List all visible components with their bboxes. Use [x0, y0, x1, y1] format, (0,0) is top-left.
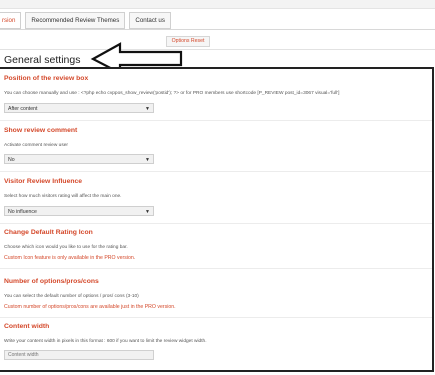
content-width-input[interactable] [4, 350, 154, 360]
section-default-rating-icon: Change Default Rating Icon [4, 229, 93, 236]
section-visitor-review-influence-desc-wrap: Select how much visitors rating will aff… [4, 194, 122, 199]
select-value: No influence [8, 209, 37, 215]
visitor-review-influence-select[interactable]: No influence ▼ [4, 206, 154, 216]
section-number-of-options: Number of options/pros/cons [4, 278, 99, 285]
pro-note: Custom number of options/pros/cons are a… [4, 304, 176, 310]
section-title: Content width [4, 323, 50, 330]
section-show-review-comment-desc-wrap: Activate comment review user [4, 143, 68, 148]
section-position: Position of the review box [4, 75, 88, 82]
section-divider [0, 120, 432, 121]
section-content-width: Content width [4, 323, 49, 330]
section-number-of-options-note-wrap: Custom number of options/pros/cons are a… [4, 304, 176, 310]
section-divider [0, 317, 432, 318]
dropdown-arrow-icon: ▼ [145, 106, 150, 112]
section-title: Number of options/pros/cons [4, 278, 99, 285]
position-select[interactable]: After content ▼ [4, 103, 154, 113]
section-description: Select how much visitors rating will aff… [4, 194, 122, 199]
section-description: Choose which icon would you like to use … [4, 245, 128, 250]
section-description: You can choose manually and use : <?php … [4, 91, 340, 96]
section-description: Activate comment review user [4, 143, 68, 148]
dropdown-arrow-icon: ▼ [145, 209, 150, 215]
section-title: Visitor Review Influence [4, 178, 83, 185]
section-title: Show review comment [4, 127, 78, 134]
section-divider [0, 223, 432, 224]
section-description: Write your content width in pixels in th… [4, 339, 207, 344]
select-value: After content [8, 106, 38, 112]
section-divider [0, 268, 432, 269]
section-show-review-comment: Show review comment [4, 127, 77, 134]
section-title: Position of the review box [4, 75, 89, 82]
settings-panel: Position of the review box You can choos… [0, 67, 434, 372]
show-review-comment-select[interactable]: No ▼ [4, 154, 154, 164]
dropdown-arrow-icon: ▼ [145, 157, 150, 163]
section-title: Change Default Rating Icon [4, 229, 93, 236]
pro-note: Custom Icon feature is only available in… [4, 255, 136, 261]
section-visitor-review-influence: Visitor Review Influence [4, 178, 82, 185]
section-default-rating-icon-desc-wrap: Choose which icon would you like to use … [4, 245, 128, 250]
section-number-of-options-desc-wrap: You can select the default number of opt… [4, 294, 139, 299]
select-value: No [8, 157, 15, 163]
section-divider [0, 171, 432, 172]
section-position-desc-wrap: You can choose manually and use : <?php … [4, 91, 339, 96]
section-default-rating-icon-note-wrap: Custom Icon feature is only available in… [4, 255, 135, 261]
section-content-width-desc-wrap: Write your content width in pixels in th… [4, 339, 207, 344]
section-description: You can select the default number of opt… [4, 294, 139, 299]
